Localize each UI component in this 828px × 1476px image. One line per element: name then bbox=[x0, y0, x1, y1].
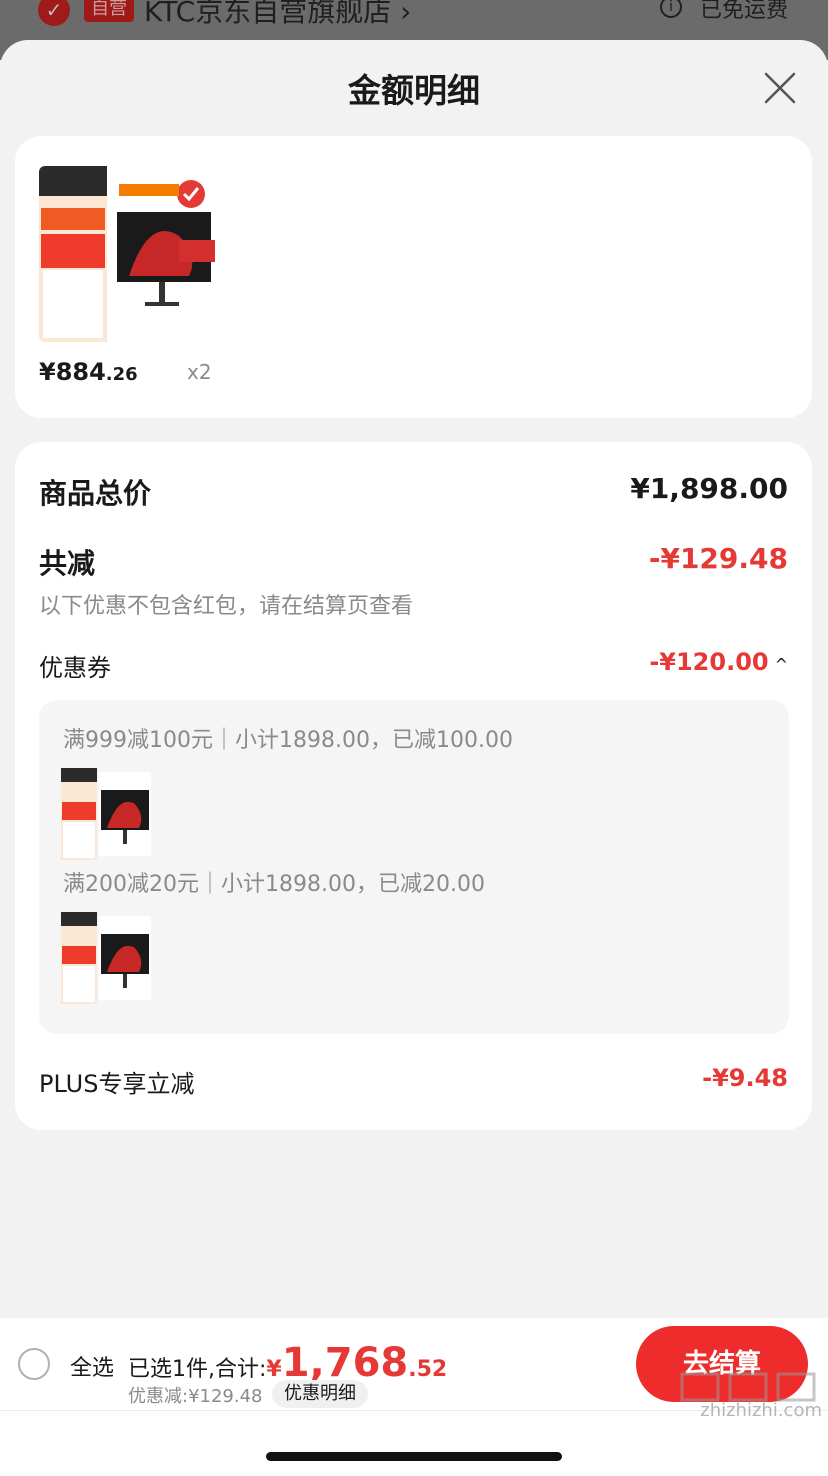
home-indicator bbox=[266, 1452, 562, 1461]
product-thumbnail[interactable] bbox=[39, 166, 221, 342]
watermark: zhizhizhi.com bbox=[700, 1400, 822, 1421]
shop-name: KTC京东自营旗舰店 › bbox=[144, 0, 412, 28]
total-price-value: ¥1,898.00 bbox=[630, 472, 788, 505]
coupon-product-thumbnail bbox=[61, 912, 153, 1004]
coupon-value: -¥120.00 ^ bbox=[649, 648, 788, 676]
coupon-line: 满200减20元｜小计1898.00，已减20.00 bbox=[63, 872, 485, 897]
total-reduction-label: 共减 bbox=[39, 547, 96, 580]
amount-detail-sheet: 金额明细 ¥884.26 x2 商品总价 ¥1,898.00 共减 -¥129.… bbox=[0, 40, 828, 1476]
plus-discount-label: PLUS专享立减 bbox=[39, 1070, 195, 1098]
product-card: ¥884.26 x2 bbox=[15, 136, 812, 418]
price-detail-card: 商品总价 ¥1,898.00 共减 -¥129.48 以下优惠不包含红包，请在结… bbox=[15, 442, 812, 1130]
quantity: x2 bbox=[187, 360, 212, 384]
watermark-logo-icon bbox=[680, 1372, 816, 1402]
coupon-line: 满999减100元｜小计1898.00，已减100.00 bbox=[63, 728, 513, 753]
discount-detail-link[interactable]: 优惠明细 bbox=[272, 1380, 368, 1408]
coupon-product-thumbnail bbox=[61, 768, 153, 860]
plus-discount-value: -¥9.48 bbox=[702, 1064, 788, 1092]
coupon-label: 优惠券 bbox=[39, 654, 111, 682]
total-price-label: 商品总价 bbox=[39, 477, 152, 510]
sheet-title: 金额明细 bbox=[348, 71, 480, 110]
close-icon[interactable] bbox=[764, 72, 796, 104]
total-reduction-value: -¥129.48 bbox=[648, 542, 788, 575]
checkout-bar: 全选 已选1件,合计:¥1,768.52 优惠减:¥129.48 优惠明细 去结… bbox=[0, 1318, 828, 1476]
select-all-label[interactable]: 全选 bbox=[70, 1350, 114, 1382]
unit-price: ¥884.26 bbox=[39, 358, 138, 386]
chevron-up-icon: ^ bbox=[774, 655, 788, 674]
coupon-details: 满999减100元｜小计1898.00，已减100.00 满200减20元｜小计… bbox=[39, 700, 789, 1034]
shipping-status: 已免运费 bbox=[699, 0, 788, 23]
shop-check-icon: ✓ bbox=[38, 0, 70, 26]
select-all-radio[interactable] bbox=[18, 1348, 50, 1380]
reduction-note: 以下优惠不包含红包，请在结算页查看 bbox=[39, 594, 414, 619]
discount-summary: 优惠减:¥129.48 bbox=[128, 1386, 263, 1407]
info-icon: i bbox=[660, 0, 682, 18]
self-operated-badge: 自营 bbox=[84, 0, 134, 22]
